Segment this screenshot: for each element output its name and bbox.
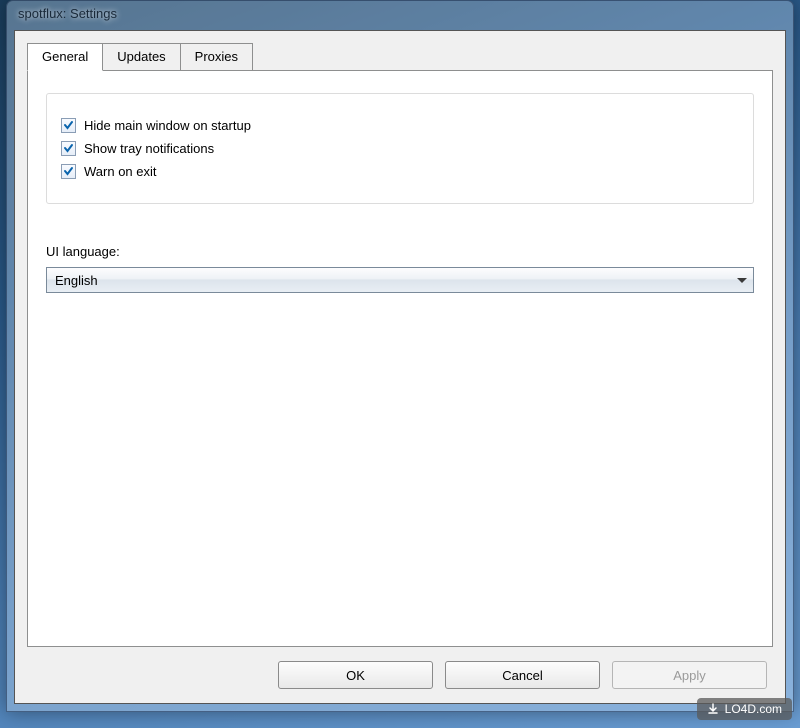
tab-panel-general: Hide main window on startup Show tray no… xyxy=(27,70,773,647)
checkbox-label: Warn on exit xyxy=(84,164,157,179)
button-label: OK xyxy=(346,668,365,683)
window-title: spotflux: Settings xyxy=(18,6,117,21)
tab-proxies[interactable]: Proxies xyxy=(180,43,253,70)
button-label: Cancel xyxy=(502,668,542,683)
tab-label: Updates xyxy=(117,49,165,64)
checkbox-tray-notifications[interactable] xyxy=(61,141,76,156)
language-label: UI language: xyxy=(46,244,754,259)
tab-updates[interactable]: Updates xyxy=(102,43,180,70)
options-group: Hide main window on startup Show tray no… xyxy=(46,93,754,204)
ok-button[interactable]: OK xyxy=(278,661,433,689)
tab-label: General xyxy=(42,49,88,64)
checkbox-hide-startup[interactable] xyxy=(61,118,76,133)
checkbox-label: Show tray notifications xyxy=(84,141,214,156)
checkmark-icon xyxy=(63,120,74,131)
button-label: Apply xyxy=(673,668,706,683)
checkbox-warn-exit[interactable] xyxy=(61,164,76,179)
watermark-text: LO4D.com xyxy=(725,702,782,716)
checkbox-row-hide-startup: Hide main window on startup xyxy=(61,118,739,133)
watermark: LO4D.com xyxy=(697,698,792,720)
checkmark-icon xyxy=(63,143,74,154)
checkmark-icon xyxy=(63,166,74,177)
button-bar: OK Cancel Apply xyxy=(15,647,785,703)
chevron-down-icon xyxy=(737,278,747,283)
checkbox-row-tray-notifications: Show tray notifications xyxy=(61,141,739,156)
download-icon xyxy=(707,703,719,715)
tab-strip: General Updates Proxies xyxy=(27,43,773,70)
checkbox-label: Hide main window on startup xyxy=(84,118,251,133)
tab-region: General Updates Proxies xyxy=(15,31,785,647)
cancel-button[interactable]: Cancel xyxy=(445,661,600,689)
language-combobox[interactable]: English xyxy=(46,267,754,293)
settings-window: spotflux: Settings General Updates Proxi… xyxy=(6,0,794,712)
apply-button[interactable]: Apply xyxy=(612,661,767,689)
titlebar[interactable]: spotflux: Settings xyxy=(6,0,794,30)
tab-general[interactable]: General xyxy=(27,43,103,71)
combobox-value: English xyxy=(55,273,98,288)
checkbox-row-warn-exit: Warn on exit xyxy=(61,164,739,179)
client-area: General Updates Proxies xyxy=(14,30,786,704)
tab-label: Proxies xyxy=(195,49,238,64)
